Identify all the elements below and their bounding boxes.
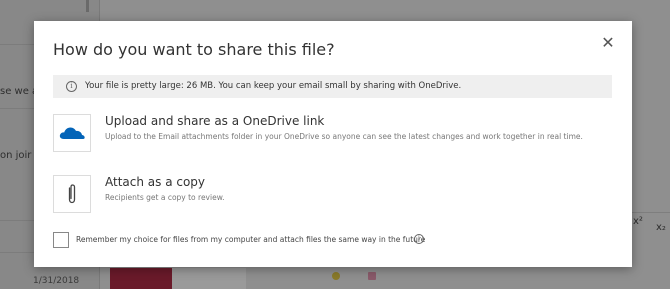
scrollbar-thumb <box>86 0 89 12</box>
list-snippet: se we a <box>0 86 39 97</box>
subscript-icon: x₂ <box>656 222 666 233</box>
info-icon: i <box>66 81 77 92</box>
upload-onedrive-description: Upload to the Email attachments folder i… <box>105 132 583 141</box>
remember-choice-checkbox[interactable] <box>53 232 69 248</box>
attach-copy-description: Recipients get a copy to review. <box>105 193 225 202</box>
attach-copy-option[interactable]: Attach as a copy Recipients get a copy t… <box>53 175 613 213</box>
share-file-dialog: How do you want to share this file? ✕ i … <box>34 21 632 267</box>
emoji-icon <box>332 272 340 280</box>
toolbar-divider <box>632 212 670 213</box>
upload-onedrive-option[interactable]: Upload and share as a OneDrive link Uplo… <box>53 114 613 152</box>
toolbar-icon <box>368 272 376 280</box>
compose-field <box>172 268 246 289</box>
send-button <box>110 268 172 289</box>
info-bar: i Your file is pretty large: 26 MB. You … <box>53 75 612 98</box>
superscript-icon: x² <box>633 216 643 227</box>
attach-copy-title: Attach as a copy <box>105 175 206 189</box>
message-date: 1/31/2018 <box>33 276 80 286</box>
dialog-title: How do you want to share this file? <box>53 40 335 59</box>
upload-onedrive-title: Upload and share as a OneDrive link <box>105 114 325 128</box>
remember-choice-label: Remember my choice for files from my com… <box>76 235 426 244</box>
onedrive-cloud-icon <box>59 127 85 139</box>
paperclip-icon <box>68 184 76 204</box>
list-snippet: on joir <box>0 150 32 161</box>
info-message: Your file is pretty large: 26 MB. You ca… <box>85 81 462 91</box>
paperclip-icon-box <box>53 175 91 213</box>
remember-choice-row: Remember my choice for files from my com… <box>53 232 613 248</box>
info-icon[interactable]: i <box>414 234 424 244</box>
onedrive-icon-box <box>53 114 91 152</box>
close-icon[interactable]: ✕ <box>600 35 616 51</box>
